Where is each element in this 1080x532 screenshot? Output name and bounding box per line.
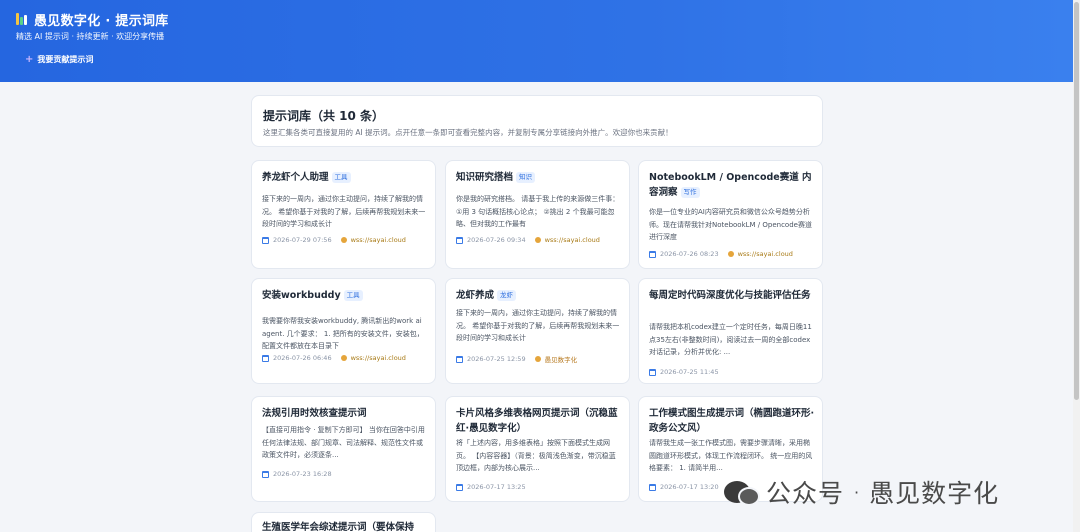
contribute-label: 我要贡献提示词 xyxy=(37,55,94,64)
card-source: wss://sayai.cloud xyxy=(534,236,600,244)
plus-icon: + xyxy=(25,54,34,65)
prompt-card[interactable]: 每周定时代码深度优化与技能评估任务 请帮我把本机codex建立一个定时任务，每周… xyxy=(638,278,823,384)
card-title: 知识研究搭档 知识 xyxy=(456,171,624,186)
card-description: 接下来的一周内，通过你主动提问，持续了解我的情况。 希望你基于对我的了解，后续再… xyxy=(262,195,426,228)
page-header: 愚见数字化 · 提示词库 精选 AI 提示词 · 持续更新 · 欢迎分享传播 +… xyxy=(0,0,1073,82)
card-meta: 2026-07-25 11:45 xyxy=(649,368,719,376)
card-description: 请帮我把本机codex建立一个定时任务，每周日晚11点35左右(非整数时间)，阅… xyxy=(649,323,812,356)
tag-badge: 工具 xyxy=(331,172,351,183)
prompt-card[interactable]: 法规引用时效核查提示词 【直接可用指令 · 复制下方即可】 当你在回答中引用任何… xyxy=(251,396,436,502)
prompt-card[interactable]: 生殖医学年会综述提示词（要体保持 xyxy=(251,512,436,532)
card-date: 2026-07-29 07:56 xyxy=(273,236,332,244)
calendar-icon xyxy=(456,355,463,363)
calendar-icon xyxy=(456,236,463,244)
card-title: 卡片风格多维表格网页提示词（沉稳蓝红·愚见数字化） xyxy=(456,408,618,434)
card-meta: 2026-07-26 09:34 wss://sayai.cloud xyxy=(456,236,600,244)
card-date: 2026-07-26 08:23 xyxy=(660,250,719,258)
card-description: 你是一位专业的AI内容研究员和微信公众号趋势分析师。现在请帮我针对Noteboo… xyxy=(649,208,812,241)
contribute-button[interactable]: + 我要贡献提示词 xyxy=(25,54,93,65)
scrollbar-thumb[interactable] xyxy=(1074,2,1079,400)
calendar-icon xyxy=(262,470,269,478)
intro-panel: 提示词库（共 10 条） 这里汇集各类可直接复用的 AI 提示词。点开任意一条即… xyxy=(251,95,823,147)
card-title: 生殖医学年会综述提示词（要体保持 xyxy=(262,522,415,532)
tag-badge: 写作 xyxy=(680,186,700,198)
card-date: 2026-07-25 11:45 xyxy=(660,368,719,376)
calendar-icon xyxy=(649,368,656,376)
wechat-icon xyxy=(722,475,762,509)
card-description: 将「上述内容，用多维表格」按照下面模式生成网页。 【内容容器】（背景：极简浅色渐… xyxy=(456,439,616,472)
card-title: NotebookLM / Opencode赛道 内容洞察 写作 xyxy=(649,172,812,198)
card-title: 法规引用时效核查提示词 xyxy=(262,408,367,419)
card-description: 请帮我生成一张工作模式图，需要步骤清晰，采用椭圆跑道环形模式，体现工作流程闭环。… xyxy=(649,439,813,472)
prompt-card[interactable]: 卡片风格多维表格网页提示词（沉稳蓝红·愚见数字化） 将「上述内容，用多维表格」按… xyxy=(445,396,630,502)
tag-badge: 知识 xyxy=(516,172,536,183)
card-meta: 2026-07-17 13:20 xyxy=(649,483,719,491)
card-title: 工作模式图生成提示词（椭圆跑道环形·政务公文风） xyxy=(649,408,815,434)
source-icon xyxy=(534,237,541,243)
card-title: 龙虾养成 龙虾 xyxy=(456,289,624,304)
prompt-card[interactable]: 知识研究搭档 知识 你是我的研究搭档。 请基于我上传的来源做三件事： ①用 3 句… xyxy=(445,160,630,269)
card-date: 2026-07-25 12:59 xyxy=(467,355,526,363)
card-description: 你是我的研究搭档。 请基于我上传的来源做三件事： ①用 3 句话概括核心论点； … xyxy=(456,195,620,228)
watermark-name: 愚见数字化 xyxy=(869,479,1000,508)
site-title: 愚见数字化 · 提示词库 xyxy=(34,14,169,29)
card-meta: 2026-07-26 06:46 wss://sayai.cloud xyxy=(262,354,406,362)
card-meta: 2026-07-17 13:25 xyxy=(456,483,526,491)
card-meta: 2026-07-25 12:59 愚见数字化 xyxy=(456,354,577,364)
watermark-prefix: 公众号 xyxy=(766,479,845,508)
card-date: 2026-07-23 16:28 xyxy=(273,470,332,478)
bar-chart-logo-icon xyxy=(16,13,28,25)
wechat-watermark: 公众号 · 愚见数字化 xyxy=(722,470,1052,514)
card-source: 愚见数字化 xyxy=(534,354,577,364)
source-icon xyxy=(534,356,541,362)
tag-badge: 工具 xyxy=(343,290,363,301)
calendar-icon xyxy=(262,236,269,244)
source-icon xyxy=(340,355,347,361)
source-icon xyxy=(727,251,734,257)
source-icon xyxy=(340,237,347,243)
card-description: 【直接可用指令 · 复制下方即可】 当你在回答中引用任何法律法规、部门规章、司法… xyxy=(262,426,425,459)
card-date: 2026-07-17 13:25 xyxy=(467,483,526,491)
card-source: wss://sayai.cloud xyxy=(727,250,793,258)
prompt-card[interactable]: 龙虾养成 龙虾 接下来的一周内，通过你主动提问，持续了解我的情况。 希望你基于对我… xyxy=(445,278,630,384)
calendar-icon xyxy=(262,354,269,362)
watermark-separator: · xyxy=(854,482,860,502)
calendar-icon xyxy=(649,483,656,491)
prompt-card[interactable]: NotebookLM / Opencode赛道 内容洞察 写作 你是一位专业的AI… xyxy=(638,160,823,269)
card-source: wss://sayai.cloud xyxy=(340,236,406,244)
card-meta: 2026-07-26 08:23 wss://sayai.cloud xyxy=(649,250,793,258)
card-meta: 2026-07-23 16:28 xyxy=(262,470,332,478)
card-description: 接下来的一周内，通过你主动提问，持续了解我的情况。 希望你基于对我的了解，后续再… xyxy=(456,309,620,342)
card-meta: 2026-07-29 07:56 wss://sayai.cloud xyxy=(262,236,406,244)
card-date: 2026-07-26 06:46 xyxy=(273,354,332,362)
card-title: 每周定时代码深度优化与技能评估任务 xyxy=(649,290,811,301)
site-subtitle: 精选 AI 提示词 · 持续更新 · 欢迎分享传播 xyxy=(16,32,165,41)
card-date: 2026-07-17 13:20 xyxy=(660,483,719,491)
prompt-card[interactable]: 养龙虾个人助理 工具 接下来的一周内，通过你主动提问，持续了解我的情况。 希望你基… xyxy=(251,160,436,269)
calendar-icon xyxy=(649,250,656,258)
card-title: 安装workbuddy 工具 xyxy=(262,289,430,304)
card-source: wss://sayai.cloud xyxy=(340,354,406,362)
card-description: 我需要你帮我安装workbuddy, 腾讯新出的work ai agent. 几… xyxy=(262,317,424,350)
library-description: 这里汇集各类可直接复用的 AI 提示词。点开任意一条即可查看完整内容，并复制专属… xyxy=(263,128,673,137)
card-date: 2026-07-26 09:34 xyxy=(467,236,526,244)
page-scrollbar[interactable] xyxy=(1073,0,1080,532)
tag-badge: 龙虾 xyxy=(497,290,517,301)
prompt-card[interactable]: 安装workbuddy 工具 我需要你帮我安装workbuddy, 腾讯新出的wo… xyxy=(251,278,436,384)
card-title: 养龙虾个人助理 工具 xyxy=(262,171,430,186)
library-heading: 提示词库（共 10 条） xyxy=(263,109,385,123)
calendar-icon xyxy=(456,483,463,491)
